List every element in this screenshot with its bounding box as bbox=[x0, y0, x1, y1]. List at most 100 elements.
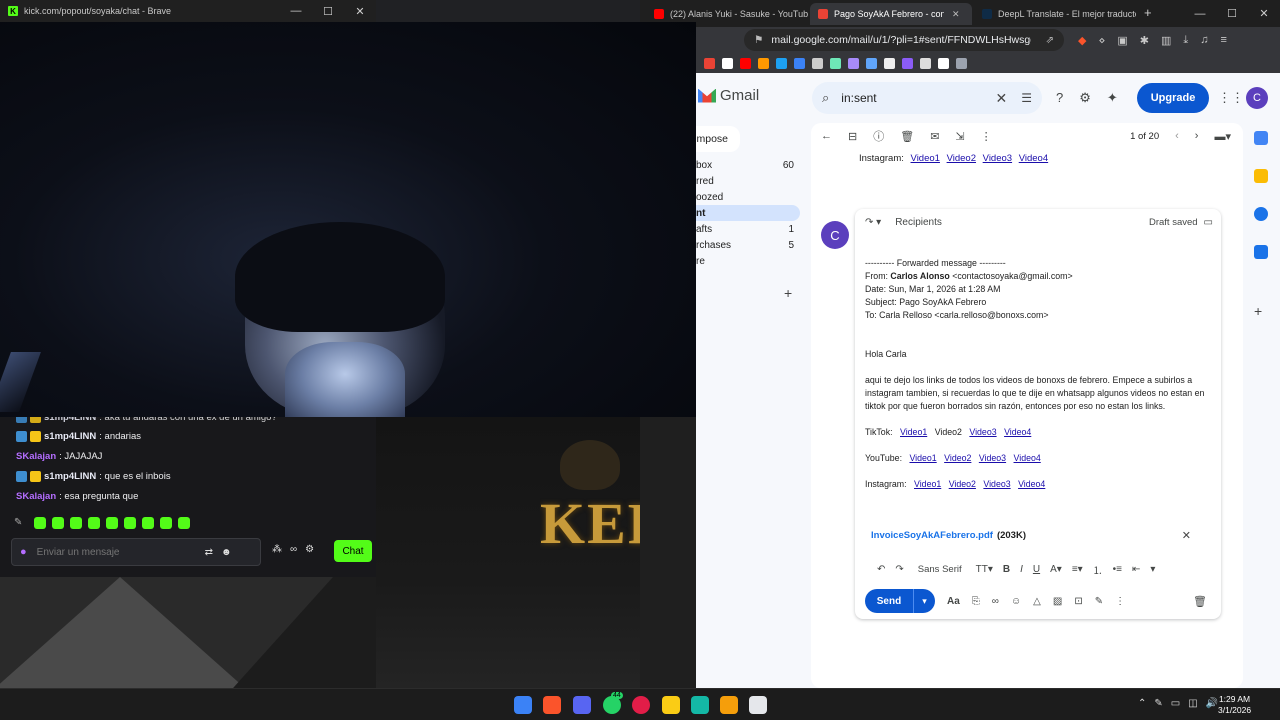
font-select[interactable]: Sans Serif bbox=[918, 564, 962, 575]
extensions-icon[interactable]: ✱ bbox=[1140, 34, 1149, 47]
emote-icon[interactable] bbox=[178, 517, 190, 529]
search-icon[interactable]: ⌕ bbox=[822, 90, 829, 106]
music-icon[interactable]: ♫ bbox=[1200, 34, 1208, 47]
clock[interactable]: 1:29 AM 3/1/2026 bbox=[1218, 694, 1251, 716]
emote-icon[interactable] bbox=[70, 517, 82, 529]
microphone-icon[interactable]: ● bbox=[20, 546, 27, 558]
nav-item-snoozed[interactable]: oozed bbox=[696, 189, 800, 205]
media-player-icon[interactable] bbox=[632, 696, 650, 714]
numbered-list-icon[interactable]: ⒈ bbox=[1093, 562, 1103, 577]
close-tab-icon[interactable]: ✕ bbox=[952, 9, 960, 20]
bookmark-icon[interactable] bbox=[812, 57, 823, 69]
contacts-icon[interactable] bbox=[1254, 245, 1268, 259]
insert-photo-icon[interactable]: ▨ bbox=[1053, 596, 1062, 607]
help-icon[interactable]: ? bbox=[1056, 90, 1063, 106]
popout-icon[interactable]: ▭ bbox=[1204, 217, 1213, 228]
video-link[interactable]: Video4 bbox=[1004, 427, 1031, 437]
pen-tray-icon[interactable]: ✎ bbox=[1154, 698, 1162, 709]
formatting-options-icon[interactable]: Aa bbox=[947, 596, 960, 607]
close-button[interactable]: ✕ bbox=[1248, 0, 1280, 27]
add-addon-icon[interactable]: + bbox=[1254, 303, 1268, 319]
recipients-field[interactable]: Recipients bbox=[895, 217, 942, 228]
tab-deepl[interactable]: DeepL Translate - El mejor traductor bbox=[974, 3, 1136, 25]
bookmark-icon[interactable] bbox=[866, 57, 877, 69]
redo-icon[interactable]: ↷ bbox=[895, 564, 903, 575]
bookmark-icon[interactable] bbox=[920, 57, 931, 69]
undo-icon[interactable]: ↶ bbox=[877, 564, 885, 575]
file-explorer-icon[interactable] bbox=[720, 696, 738, 714]
signature-pen-icon[interactable]: ✎ bbox=[1095, 596, 1103, 607]
start-icon[interactable] bbox=[514, 696, 532, 714]
emote-icon[interactable] bbox=[88, 517, 100, 529]
chat-send-button[interactable]: Chat bbox=[334, 540, 372, 562]
tasks-icon[interactable] bbox=[1254, 207, 1268, 221]
menu-icon[interactable]: ≡ bbox=[1221, 34, 1227, 47]
pen-icon[interactable]: ✎ bbox=[14, 517, 28, 529]
archive-icon[interactable]: ⊟ bbox=[848, 130, 857, 143]
wallet-icon[interactable]: ▣ bbox=[1117, 34, 1127, 47]
emote-icon[interactable] bbox=[34, 517, 46, 529]
settings-gear-icon[interactable]: ⚙ bbox=[1079, 90, 1091, 106]
video-link[interactable]: Video2 bbox=[949, 479, 976, 489]
bookmark-icon[interactable] bbox=[758, 57, 769, 69]
video-link[interactable]: Video3 bbox=[969, 427, 996, 437]
brave-shield-icon[interactable]: ◆ bbox=[1078, 34, 1086, 47]
video-link[interactable]: Video1 bbox=[900, 427, 927, 437]
confidential-lock-icon[interactable]: ⊡ bbox=[1074, 596, 1082, 607]
bookmark-youtube-icon[interactable] bbox=[740, 57, 751, 69]
share-icon[interactable]: ⇗ bbox=[1046, 35, 1054, 46]
bookmark-icon[interactable] bbox=[776, 57, 787, 69]
minimize-button[interactable]: — bbox=[1184, 0, 1216, 27]
send-button[interactable]: Send bbox=[865, 589, 913, 613]
italic-icon[interactable]: I bbox=[1020, 564, 1023, 575]
chat-username[interactable]: s1mp4LINN bbox=[44, 431, 96, 442]
input-tools-icon[interactable]: ▬▾ bbox=[1214, 130, 1231, 143]
close-button[interactable]: ✕ bbox=[344, 0, 376, 22]
nav-item-inbox[interactable]: box 60 bbox=[696, 157, 800, 173]
bold-icon[interactable]: B bbox=[1003, 564, 1010, 575]
bookmark-gmail-icon[interactable] bbox=[704, 57, 715, 69]
bookmark-icon[interactable] bbox=[902, 57, 913, 69]
message-body[interactable]: ---------- Forwarded message --------- F… bbox=[865, 257, 1205, 491]
compose-button[interactable]: mpose bbox=[696, 126, 740, 152]
new-tab-button[interactable]: + bbox=[1144, 5, 1152, 20]
gear-icon[interactable]: ⚙ bbox=[305, 544, 314, 555]
emote-icon[interactable] bbox=[160, 517, 172, 529]
maximize-button[interactable]: ☐ bbox=[1216, 0, 1248, 27]
app-icon[interactable] bbox=[691, 696, 709, 714]
display-icon[interactable]: ▭ bbox=[1171, 698, 1180, 709]
discord-icon[interactable] bbox=[573, 696, 591, 714]
mark-unread-icon[interactable]: ✉ bbox=[930, 130, 939, 143]
attachment-chip[interactable]: InvoiceSoyAkAFebrero.pdf (203K) ✕ bbox=[871, 529, 1191, 542]
video-link[interactable]: Video4 bbox=[1019, 153, 1048, 164]
nav-item-purchases[interactable]: rchases 5 bbox=[696, 237, 800, 253]
nav-item-more[interactable]: re bbox=[696, 253, 800, 269]
search-input[interactable]: in:sent bbox=[841, 91, 876, 105]
sidebar-icon[interactable]: ▥ bbox=[1161, 34, 1171, 47]
points-icon[interactable]: ⁂ bbox=[272, 544, 282, 555]
video-link[interactable]: Video1 bbox=[911, 153, 940, 164]
older-icon[interactable]: › bbox=[1195, 130, 1199, 142]
bookmark-icon[interactable]: ⚑ bbox=[754, 34, 763, 46]
address-bar[interactable]: ⚑ mail.google.com/mail/u/1/?pli=1#sent/F… bbox=[744, 29, 1064, 51]
bookmark-icon[interactable] bbox=[722, 57, 733, 69]
video-link[interactable]: Video1 bbox=[914, 479, 941, 489]
app-icon[interactable] bbox=[749, 696, 767, 714]
calendar-icon[interactable] bbox=[1254, 131, 1268, 145]
text-color-icon[interactable]: A▾ bbox=[1050, 564, 1062, 575]
chat-message-input[interactable] bbox=[36, 546, 197, 558]
add-label-icon[interactable]: + bbox=[784, 285, 792, 301]
attach-file-icon[interactable]: ⎘ bbox=[972, 596, 980, 607]
more-formatting-icon[interactable]: ▾ bbox=[1150, 564, 1155, 575]
video-link[interactable]: Video2 bbox=[947, 153, 976, 164]
bulleted-list-icon[interactable]: •≡ bbox=[1113, 564, 1122, 575]
video-link[interactable]: Video2 bbox=[944, 453, 971, 463]
font-size-icon[interactable]: TT▾ bbox=[976, 564, 993, 575]
chat-username[interactable]: SKalajan bbox=[16, 491, 56, 502]
tab-gmail[interactable]: Pago SoyAkA Febrero - contacto ✕ bbox=[810, 3, 972, 25]
infinity-icon[interactable]: ∞ bbox=[290, 544, 297, 555]
delete-icon[interactable]: 🗑 bbox=[900, 130, 914, 143]
maximize-button[interactable]: ☐ bbox=[312, 0, 344, 22]
keep-icon[interactable] bbox=[1254, 169, 1268, 183]
video-link[interactable]: Video3 bbox=[983, 153, 1012, 164]
